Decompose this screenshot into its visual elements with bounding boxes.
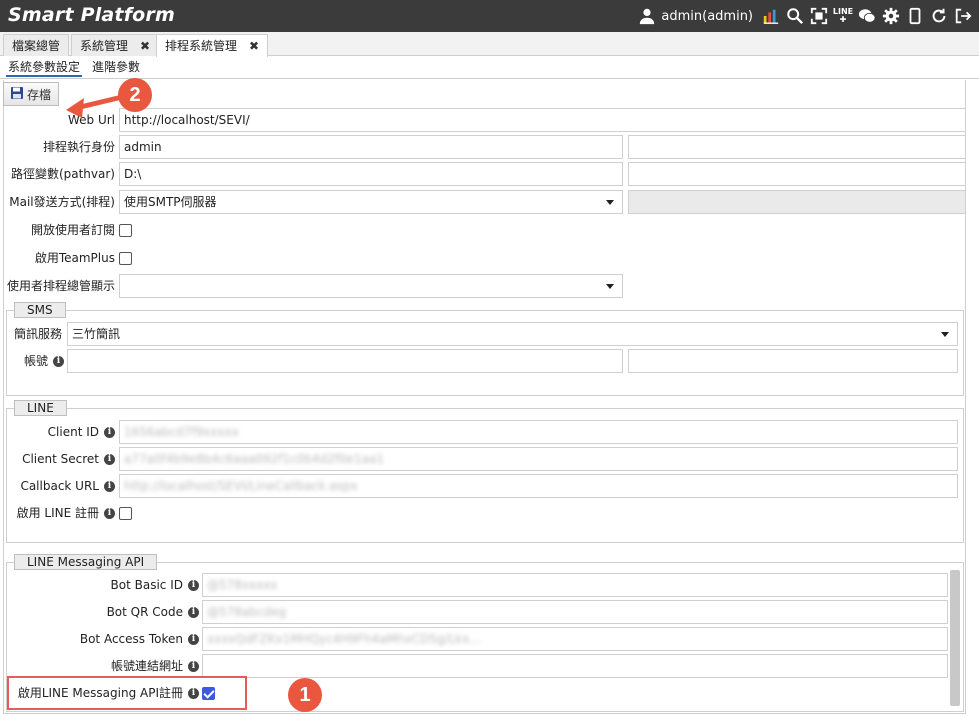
run-as-input[interactable]: admin [119,135,623,159]
logout-icon[interactable] [953,6,973,26]
wechat-icon[interactable] [857,6,877,26]
sms-service-select[interactable]: 三竹簡訊 [67,322,958,346]
line-icon[interactable]: LINE ✚ [833,6,853,26]
client-secret-value: a77a0f4b9e8b4c6aaa092f1c0b4d2f0e1aa1 [124,452,385,466]
search-icon[interactable] [785,6,805,26]
account-link-url-input[interactable] [202,654,948,678]
bot-basic-id-input[interactable]: @578xxxxx [202,573,948,597]
line-messaging-legend: LINE Messaging API [14,554,158,570]
info-icon[interactable]: i [188,634,199,645]
info-icon[interactable]: i [104,454,115,465]
account-link-url-label: 帳號連結網址 [110,659,183,673]
tab-label: 排程系統管理 [165,39,238,53]
tab-label: 檔案總管 [12,38,61,53]
tab-file-manager[interactable]: 檔案總管 [3,34,70,56]
enable-teamplus-label: 啟用TeamPlus [34,251,115,265]
client-id-value: 1656abcd7f9xxxxx [124,425,239,439]
close-icon[interactable]: ✖ [249,36,259,56]
save-button[interactable]: 存檔 [3,82,59,106]
info-icon[interactable]: i [104,508,115,519]
client-id-label: Client ID [47,425,99,439]
sms-legend: SMS [14,302,66,318]
client-id-input[interactable]: 1656abcd7f9xxxxx [119,420,958,444]
tab-bar: 檔案總管 系統管理 ✖ 排程系統管理 ✖ [0,32,979,57]
sms-service-label: 簡訊服務 [13,327,62,341]
chart-icon[interactable] [761,6,781,26]
mail-method-select[interactable]: 使用SMTP伺服器 [119,190,623,214]
subtab-bar: 系統參數設定 進階參數 [0,57,979,79]
highlight-box [7,676,247,710]
line-legend: LINE [14,400,67,416]
arrow-icon [66,95,121,118]
info-icon[interactable]: i [188,661,199,672]
callback-url-value: http://localhost/SEVI/LineCallback.aspx [124,479,358,493]
sms-account-extra-input[interactable] [628,349,958,373]
bot-access-token-label: Bot Access Token [79,632,183,646]
mail-method-label: Mail發送方式(排程) [9,195,115,209]
user-menu[interactable]: admin(admin) [637,6,753,26]
bot-qr-code-label: Bot QR Code [106,605,183,619]
callout-2: 2 [118,78,152,112]
mobile-icon[interactable] [905,6,925,26]
info-icon[interactable]: i [188,607,199,618]
client-secret-input[interactable]: a77a0f4b9e8b4c6aaa092f1c0b4d2f0e1aa1 [119,447,958,471]
save-label: 存檔 [27,87,52,102]
info-icon[interactable]: i [104,427,115,438]
sms-account-label: 帳號 [23,354,48,368]
bot-basic-id-value: @578xxxxx [207,578,278,592]
callback-url-label: Callback URL [20,479,99,493]
refresh-icon[interactable] [929,6,949,26]
user-icon [637,6,657,26]
scrollbar[interactable] [950,570,960,706]
fullscreen-icon[interactable] [809,6,829,26]
bot-access-token-input[interactable]: xxxxQdFZKx1MHQyc4H9Fh4aMhxCD5g/Lkx... [202,627,948,651]
close-icon[interactable]: ✖ [140,36,150,56]
pathvar-extra-input[interactable] [628,162,966,186]
callout-1: 1 [288,678,322,712]
open-subscribe-label: 開放使用者訂閱 [30,223,115,237]
line-register-label: 啟用 LINE 註冊 [16,506,99,520]
mail-method-extra [628,190,966,214]
gear-icon[interactable] [881,6,901,26]
web-url-input[interactable]: http://localhost/SEVI/ [119,108,966,132]
run-as-extra-input[interactable] [628,135,966,159]
app-title: Smart Platform [8,4,175,26]
bot-qr-code-value: @578abcdeg [207,605,287,619]
pathvar-label: 路徑變數(pathvar) [10,167,115,181]
callback-url-input[interactable]: http://localhost/SEVI/LineCallback.aspx [119,474,958,498]
pathvar-input[interactable]: D:\ [119,162,623,186]
floppy-icon [10,86,24,103]
user-name: admin(admin) [661,8,753,24]
run-as-label: 排程執行身份 [42,140,115,154]
sms-account-input[interactable] [67,349,623,373]
tab-system-admin[interactable]: 系統管理 ✖ [71,34,160,56]
enable-teamplus-checkbox[interactable] [119,252,132,265]
open-subscribe-checkbox[interactable] [119,224,132,237]
info-icon[interactable]: i [188,580,199,591]
info-icon[interactable]: i [53,356,64,367]
bot-access-token-value: xxxxQdFZKx1MHQyc4H9Fh4aMhxCD5g/Lkx... [207,632,481,646]
bot-qr-code-input[interactable]: @578abcdeg [202,600,948,624]
subtab-system-params[interactable]: 系統參數設定 [6,59,83,77]
client-secret-label: Client Secret [22,452,99,466]
info-icon[interactable]: i [104,481,115,492]
sms-service-value: 三竹簡訊 [72,327,121,341]
line-register-checkbox[interactable] [119,507,132,520]
bot-basic-id-label: Bot Basic ID [110,578,183,592]
mail-method-value: 使用SMTP伺服器 [124,195,217,209]
tab-schedule-admin[interactable]: 排程系統管理 ✖ [156,34,269,57]
user-schedule-display-select[interactable] [119,274,623,298]
header-toolbar: admin(admin) LINE ✚ [637,6,973,26]
subtab-advanced-params[interactable]: 進階參數 [90,59,142,75]
tab-label: 系統管理 [80,38,129,53]
app-header: Smart Platform admin(admin) LINE ✚ [0,0,979,32]
user-schedule-display-label: 使用者排程總管顯示 [6,279,115,293]
